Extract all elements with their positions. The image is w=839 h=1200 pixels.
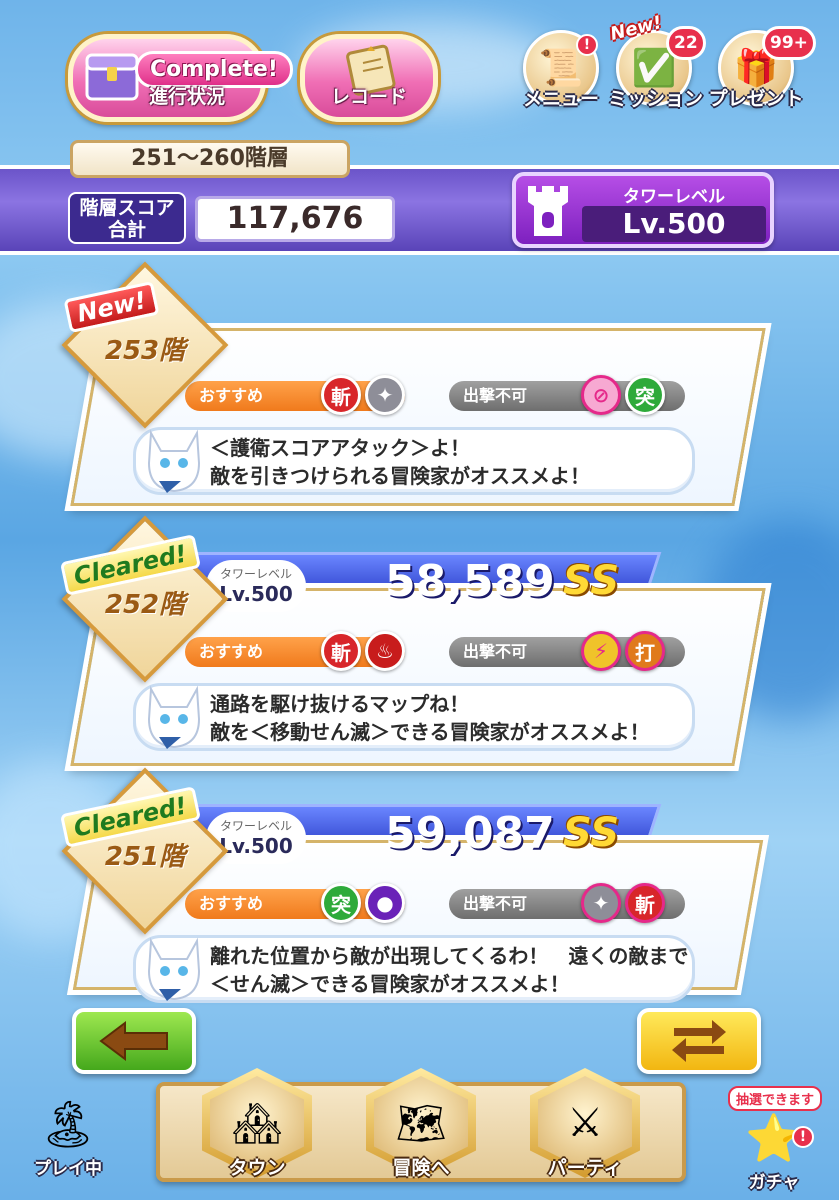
floor-number-253: 253階 xyxy=(104,336,186,366)
swap-button[interactable] xyxy=(637,1008,761,1074)
strike-banned-icon: 打 xyxy=(625,631,665,671)
thrust-element-icon: 突 xyxy=(321,883,361,923)
floor-rank-252: SS xyxy=(563,558,620,604)
menu-button[interactable]: 📜 メニュー ! xyxy=(520,30,602,111)
advice-line-1: 離れた位置から敵が出現してくるわ！ 遠くの敵まで xyxy=(210,944,689,968)
advice-line-2: 敵を引きつけられる冒険家がオススメよ！ xyxy=(210,464,590,488)
gacha-button[interactable]: ⭐ ガチャ xyxy=(736,1108,812,1193)
progress-label: 進行状況 xyxy=(148,86,225,108)
adventure-button[interactable]: 🗺 冒険へ xyxy=(362,1062,480,1190)
town-button[interactable]: 🏘 タウン xyxy=(198,1062,316,1190)
advice-line-2: ＜せん滅＞できる冒険家がオススメよ！ xyxy=(210,972,570,996)
swap-icon xyxy=(672,1020,726,1062)
floor-range-label: 251～260階層 xyxy=(70,140,350,178)
floor-score-251: 59,087 xyxy=(385,808,555,859)
present-label: プレゼント xyxy=(708,88,804,110)
record-button[interactable]: レコード xyxy=(300,34,438,122)
lightning-banned-icon: ⚡ xyxy=(581,631,621,671)
mission-badge: 22 xyxy=(666,26,706,60)
party-button[interactable]: ⚔ パーティ xyxy=(526,1062,644,1190)
tower-level-value: Lv.500 xyxy=(582,206,766,242)
tower-level-title: タワーレベル xyxy=(623,187,725,207)
slash-banned-icon: 斬 xyxy=(625,883,665,923)
fire-element-icon: ♨ xyxy=(365,631,405,671)
mission-label: ミッション xyxy=(608,88,704,110)
menu-alert-icon: ! xyxy=(576,34,598,56)
white-cat-avatar xyxy=(139,423,209,501)
town-label: タウン xyxy=(228,1157,286,1179)
gacha-alert-icon: ! xyxy=(792,1126,814,1148)
wand-banned-icon: ⊘ xyxy=(581,375,621,415)
slash-element-icon: 斬 xyxy=(321,631,361,671)
shuriken-banned-icon: ✦ xyxy=(581,883,621,923)
total-score-label: 階層スコア 合計 xyxy=(68,192,186,244)
playing-button[interactable]: 🏝 プレイ中 xyxy=(30,1094,106,1179)
back-arrow-icon xyxy=(99,1021,168,1061)
progress-button[interactable]: Complete! 進行状況 xyxy=(68,34,293,122)
white-cat-avatar xyxy=(139,679,209,757)
shuriken-element-icon: ✦ xyxy=(365,375,405,415)
tower-icon xyxy=(524,182,572,238)
slash-element-icon: 斬 xyxy=(321,375,361,415)
advice-bubble: 離れた位置から敵が出現してくるわ！ 遠くの敵まで ＜せん滅＞できる冒険家がオスス… xyxy=(133,935,695,1003)
total-score-label-line1: 階層スコア xyxy=(79,197,175,219)
record-label: レコード xyxy=(330,86,407,108)
floor-rank-251: SS xyxy=(563,810,620,856)
mission-button[interactable]: ✅ ミッション New! 22 xyxy=(608,12,706,111)
present-badge: 99+ xyxy=(762,26,816,60)
playing-label: プレイ中 xyxy=(34,1159,102,1179)
total-score-label-line2: 合計 xyxy=(107,219,146,241)
thrust-element-icon: 突 xyxy=(625,375,665,415)
advice-line-1: 通路を駆け抜けるマップね！ xyxy=(210,692,470,716)
advice-bubble: ＜護衛スコアアタック＞よ！ 敵を引きつけられる冒険家がオススメよ！ xyxy=(133,427,695,495)
present-button[interactable]: 🎁 プレゼント 99+ xyxy=(708,26,816,111)
island-icon: 🏝 xyxy=(38,1097,98,1151)
white-cat-avatar xyxy=(139,931,209,1009)
ribbon-level-title: タワーレベル xyxy=(219,819,292,833)
advice-line-1: ＜護衛スコアアタック＞よ！ xyxy=(210,436,470,460)
tower-level-panel: タワーレベル Lv.500 xyxy=(512,172,774,248)
floor-score-252: 58,589 xyxy=(385,556,555,607)
total-score-value: 117,676 xyxy=(195,196,395,242)
back-button[interactable] xyxy=(72,1008,196,1074)
gacha-draw-available-tag: 抽選できます xyxy=(728,1086,823,1111)
advice-line-2: 敵を＜移動せん滅＞できる冒険家がオススメよ！ xyxy=(210,720,650,744)
ribbon-level-title: タワーレベル xyxy=(219,567,292,581)
advice-bubble: 通路を駆け抜けるマップね！ 敵を＜移動せん滅＞できる冒険家がオススメよ！ xyxy=(133,683,695,751)
dark-orb-element-icon: ● xyxy=(365,883,405,923)
menu-label: メニュー xyxy=(522,88,599,110)
party-label: パーティ xyxy=(547,1157,623,1179)
adventure-label: 冒険へ xyxy=(392,1157,450,1179)
gacha-label: ガチャ xyxy=(748,1173,800,1193)
